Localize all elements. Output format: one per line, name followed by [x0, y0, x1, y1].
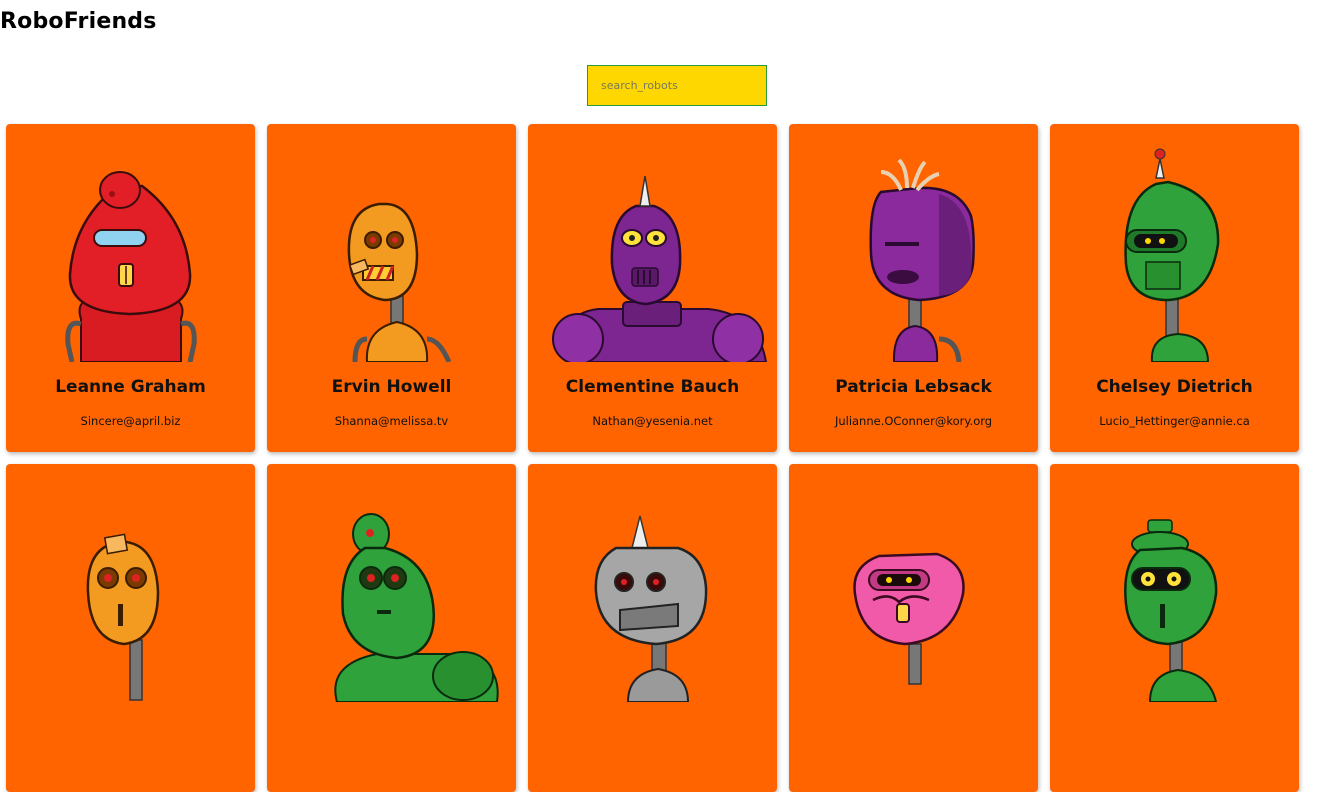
robot-name: Clementine Bauch: [565, 377, 740, 397]
robot-card[interactable]: Ervin Howell Shanna@melissa.tv: [267, 124, 516, 452]
robot-card[interactable]: [6, 464, 255, 792]
robot-card[interactable]: Clementine Bauch Nathan@yesenia.net: [528, 124, 777, 452]
search-input[interactable]: [587, 65, 767, 106]
robot-card[interactable]: Chelsey Dietrich Lucio_Hettinger@annie.c…: [1050, 124, 1299, 452]
purple-robot-icon: [869, 158, 975, 362]
robot-card[interactable]: Patricia Lebsack Julianne.OConner@kory.o…: [789, 124, 1038, 452]
robot-card[interactable]: [267, 464, 516, 792]
orange-robot-icon: [347, 202, 452, 362]
pink-robot-icon: [853, 552, 965, 685]
robot-email: Lucio_Hettinger@annie.ca: [1099, 414, 1250, 428]
red-robot-icon: [65, 171, 197, 362]
robot-card[interactable]: [789, 464, 1038, 792]
robot-email: Sincere@april.biz: [80, 414, 181, 428]
green-robot-icon: [1124, 519, 1218, 702]
green-robot-icon: [334, 513, 499, 702]
robot-email: Shanna@melissa.tv: [334, 414, 449, 428]
robot-card[interactable]: [1050, 464, 1299, 792]
gray-robot-icon: [594, 515, 708, 702]
purple-robot-icon: [552, 175, 768, 362]
app-title: RoboFriends: [0, 9, 157, 34]
robot-card[interactable]: Leanne Graham Sincere@april.biz: [6, 124, 255, 452]
robot-name: Chelsey Dietrich: [1096, 377, 1253, 397]
robot-name: Leanne Graham: [55, 377, 206, 397]
robot-email: Julianne.OConner@kory.org: [834, 414, 993, 428]
robot-name: Patricia Lebsack: [835, 377, 992, 397]
robot-name: Ervin Howell: [331, 377, 452, 397]
green-robot-icon: [1124, 148, 1220, 362]
robot-card[interactable]: [528, 464, 777, 792]
orange-robot-icon: [86, 533, 160, 701]
robot-email: Nathan@yesenia.net: [592, 414, 713, 428]
